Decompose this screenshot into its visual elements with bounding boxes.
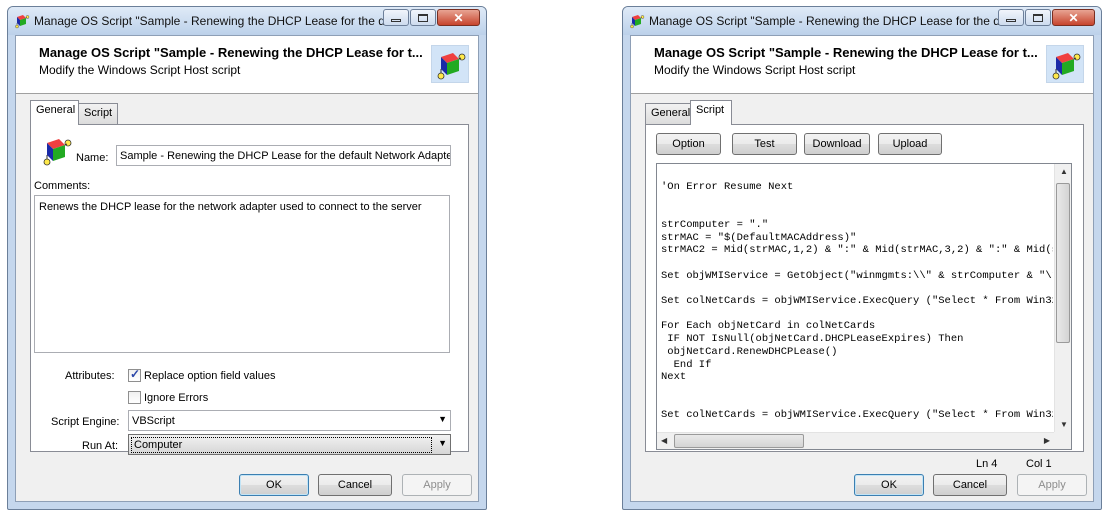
script-engine-select[interactable]: VBScript ▼ [128,410,451,431]
ignore-errors-checkbox[interactable] [128,391,141,404]
scroll-down-icon[interactable]: ▼ [1060,420,1068,429]
maximize-icon [1033,13,1043,22]
run-at-value: Computer [131,437,432,453]
cancel-button[interactable]: Cancel [318,474,392,496]
code-area[interactable]: 'On Error Resume Next strComputer = "." … [661,168,1053,431]
vertical-scroll-thumb[interactable] [1056,183,1070,343]
manage-os-script-dialog-script: Manage OS Script "Sample - Renewing the … [622,6,1102,510]
scroll-corner [1054,432,1071,449]
scroll-left-icon[interactable]: ◀ [661,436,667,445]
apply-button[interactable]: Apply [402,474,472,496]
run-at-label: Run At: [82,440,119,452]
comments-label: Comments: [34,180,91,192]
scroll-right-icon[interactable]: ▶ [1044,436,1050,445]
scroll-up-icon[interactable]: ▲ [1060,167,1068,176]
test-button[interactable]: Test [732,133,797,155]
app-icon [14,13,30,29]
header-title: Manage OS Script "Sample - Renewing the … [654,45,1038,60]
close-button[interactable]: ✕ [1052,9,1095,26]
dropdown-arrow-icon: ▼ [438,438,447,448]
tab-general[interactable]: General [30,100,79,125]
manage-os-script-dialog-general: Manage OS Script "Sample - Renewing the … [7,6,487,510]
minimize-icon [391,18,401,22]
header-icon-box [1046,45,1084,83]
vertical-scrollbar[interactable]: ▲ ▼ [1054,164,1071,432]
script-icon [1050,49,1082,81]
maximize-icon [418,13,428,22]
close-button[interactable]: ✕ [437,9,480,26]
script-engine-value: VBScript [132,415,175,427]
script-editor[interactable]: 'On Error Resume Next strComputer = "." … [656,163,1072,450]
script-engine-label: Script Engine: [51,416,120,428]
header-subtitle: Modify the Windows Script Host script [654,63,856,77]
run-at-select[interactable]: Computer ▼ [128,434,451,455]
horizontal-scrollbar[interactable]: ◀ ▶ [657,432,1054,449]
ok-button[interactable]: OK [854,474,924,496]
script-panel: Option Test Download Upload 'On Error Re… [645,124,1084,470]
dialog-body: Manage OS Script "Sample - Renewing the … [630,35,1094,502]
tab-general[interactable]: General [645,103,691,124]
dialog-header: Manage OS Script "Sample - Renewing the … [16,36,478,94]
minimize-button[interactable] [998,9,1024,26]
cancel-button[interactable]: Cancel [933,474,1007,496]
dropdown-arrow-icon: ▼ [438,414,447,424]
replace-option-label: Replace option field values [144,370,276,382]
title-bar[interactable]: Manage OS Script "Sample - Renewing the … [8,7,486,35]
maximize-button[interactable] [410,9,436,26]
apply-button[interactable]: Apply [1017,474,1087,496]
name-field[interactable]: Sample - Renewing the DHCP Lease for the… [116,145,451,166]
maximize-button[interactable] [1025,9,1051,26]
download-button[interactable]: Download [804,133,870,155]
dialog-header: Manage OS Script "Sample - Renewing the … [631,36,1093,94]
minimize-icon [1006,18,1016,22]
window-title: Manage OS Script "Sample - Renewing the … [34,14,405,28]
ok-button[interactable]: OK [239,474,309,496]
general-panel: Name: Sample - Renewing the DHCP Lease f… [30,124,469,455]
horizontal-scroll-thumb[interactable] [674,434,804,448]
app-icon [629,13,645,29]
upload-button[interactable]: Upload [878,133,942,155]
title-bar[interactable]: Manage OS Script "Sample - Renewing the … [623,7,1101,35]
window-title: Manage OS Script "Sample - Renewing the … [649,14,1020,28]
name-label: Name: [76,152,109,164]
tab-script[interactable]: Script [690,100,732,125]
header-subtitle: Modify the Windows Script Host script [39,63,241,77]
script-icon [41,135,73,167]
header-icon-box [431,45,469,83]
close-icon: ✕ [453,10,464,25]
tab-script[interactable]: Script [78,103,118,124]
header-title: Manage OS Script "Sample - Renewing the … [39,45,423,60]
script-icon [435,49,467,81]
option-button[interactable]: Option [656,133,721,155]
minimize-button[interactable] [383,9,409,26]
replace-option-checkbox[interactable] [128,367,141,382]
ignore-errors-label: Ignore Errors [144,392,209,404]
dialog-body: Manage OS Script "Sample - Renewing the … [15,35,479,502]
column-number-status: Col 1 [1026,458,1052,470]
comments-field[interactable]: Renews the DHCP lease for the network ad… [34,195,450,353]
attributes-label: Attributes: [65,370,115,382]
line-number-status: Ln 4 [976,458,998,470]
close-icon: ✕ [1068,10,1079,25]
script-code: 'On Error Resume Next strComputer = "." … [661,180,1053,422]
